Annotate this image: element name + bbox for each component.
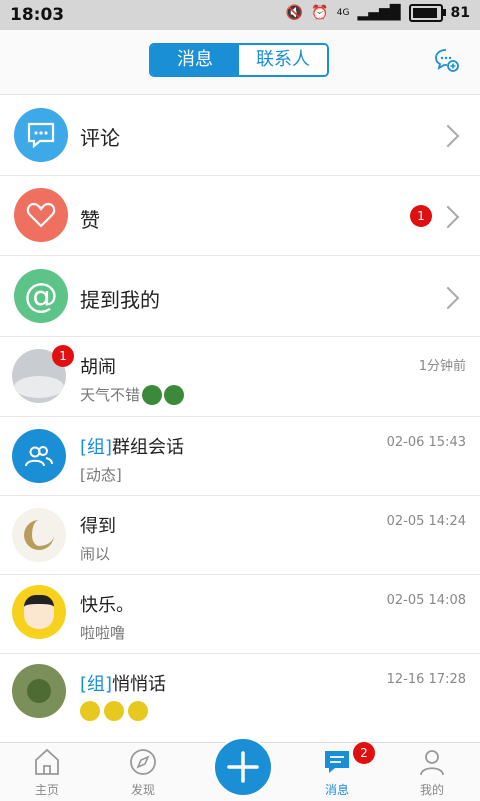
likes-row[interactable]: 赞 1 — [0, 176, 480, 256]
chat-row[interactable]: [组]悄悄话 12-16 17:28 — [0, 654, 480, 742]
chat-message: [动态] — [80, 466, 122, 484]
bottom-tab-bar: 主页 发现 2 消息 我的 — [0, 737, 480, 801]
sticker-emoji-icon — [80, 701, 100, 721]
unread-badge: 1 — [52, 345, 74, 367]
tab-contacts[interactable]: 联系人 — [239, 45, 327, 75]
status-bar: 18:03 🔇 ⏰ 4G ▂▄▆█ 81 — [0, 0, 480, 30]
chat-time: 02-06 15:43 — [386, 435, 466, 450]
chat-row[interactable]: [组]群组会话 [动态] 02-06 15:43 — [0, 417, 480, 496]
home-icon — [35, 748, 59, 775]
sticker-emoji-icon — [104, 701, 124, 721]
network-label: 4G — [336, 8, 350, 18]
tab-messages[interactable]: 消息 — [151, 45, 239, 75]
chat-row[interactable]: 快乐。 啦啦噜 02-05 14:08 — [0, 575, 480, 654]
chat-name: [组]悄悄话 — [80, 670, 166, 696]
tab-messages-bottom[interactable]: 2 消息 — [302, 742, 375, 801]
mute-icon: 🔇 — [285, 5, 304, 21]
chevron-right-icon — [436, 205, 460, 229]
segmented-control: 消息 联系人 — [149, 43, 329, 77]
heart-icon — [14, 188, 68, 242]
at-icon: @ — [14, 269, 68, 323]
group-tag: [组] — [80, 437, 113, 458]
battery-percent: 81 — [450, 5, 470, 21]
avatar — [12, 585, 66, 639]
turtle-emoji-icon — [164, 384, 185, 405]
chat-name: 胡闹 — [80, 357, 116, 378]
tab-me-label: 我的 — [419, 783, 444, 797]
chat-time: 02-05 14:24 — [386, 514, 466, 529]
avatar — [12, 508, 66, 562]
chat-preview: 啦啦噜 — [80, 622, 125, 643]
chat-time: 1分钟前 — [418, 359, 466, 374]
turtle-emoji-icon — [142, 384, 163, 405]
chevron-right-icon — [436, 124, 460, 148]
mentions-label: 提到我的 — [80, 288, 160, 312]
tab-discover[interactable]: 发现 — [108, 743, 178, 801]
messages-badge: 2 — [353, 742, 375, 764]
chat-name: 快乐。 — [80, 595, 134, 616]
alarm-icon: ⏰ — [311, 5, 329, 21]
chat-preview: 天气不错 — [80, 384, 185, 405]
compose-button[interactable] — [213, 737, 273, 797]
group-icon — [12, 429, 66, 483]
person-icon — [420, 750, 444, 776]
chat-name: [组]群组会话 — [80, 433, 184, 459]
chat-time: 12-16 17:28 — [386, 672, 466, 687]
battery-icon — [408, 4, 446, 22]
chat-preview: [动态] — [80, 464, 122, 485]
chat-row[interactable]: 1 胡闹 天气不错 1分钟前 — [0, 337, 480, 417]
status-time: 18:03 — [10, 5, 65, 25]
compass-icon — [130, 749, 156, 775]
new-chat-icon[interactable] — [434, 47, 460, 73]
tab-home-label: 主页 — [34, 783, 59, 797]
message-icon — [325, 751, 349, 773]
likes-label: 赞 — [80, 208, 100, 232]
signal-icon: ▂▄▆█ — [357, 5, 401, 21]
chat-preview — [80, 701, 148, 721]
comments-label: 评论 — [80, 126, 120, 150]
comment-icon — [14, 108, 68, 162]
chat-time: 02-05 14:08 — [386, 593, 466, 608]
chat-message: 闹以 — [80, 545, 111, 563]
chat-name-text: 群组会话 — [112, 437, 185, 458]
plus-icon — [227, 751, 259, 783]
chat-name-text: 悄悄话 — [112, 674, 167, 695]
chat-name: 得到 — [80, 516, 116, 537]
chat-row[interactable]: 得到 闹以 02-05 14:24 — [0, 496, 480, 575]
comments-row[interactable]: 评论 — [0, 95, 480, 176]
chat-message: 天气不错 — [80, 386, 141, 404]
tab-home[interactable]: 主页 — [12, 743, 82, 801]
avatar — [12, 664, 66, 718]
tab-discover-label: 发现 — [130, 783, 155, 797]
sticker-emoji-icon — [128, 701, 148, 721]
chat-message: 啦啦噜 — [80, 624, 126, 642]
chevron-right-icon — [436, 286, 460, 310]
chat-preview: 闹以 — [80, 543, 110, 564]
group-tag: [组] — [80, 674, 113, 695]
tab-me[interactable]: 我的 — [397, 743, 467, 801]
mentions-row[interactable]: @ 提到我的 — [0, 256, 480, 337]
likes-badge: 1 — [410, 205, 432, 227]
top-bar: 消息 联系人 — [0, 30, 480, 95]
tab-messages-label: 消息 — [324, 783, 349, 797]
